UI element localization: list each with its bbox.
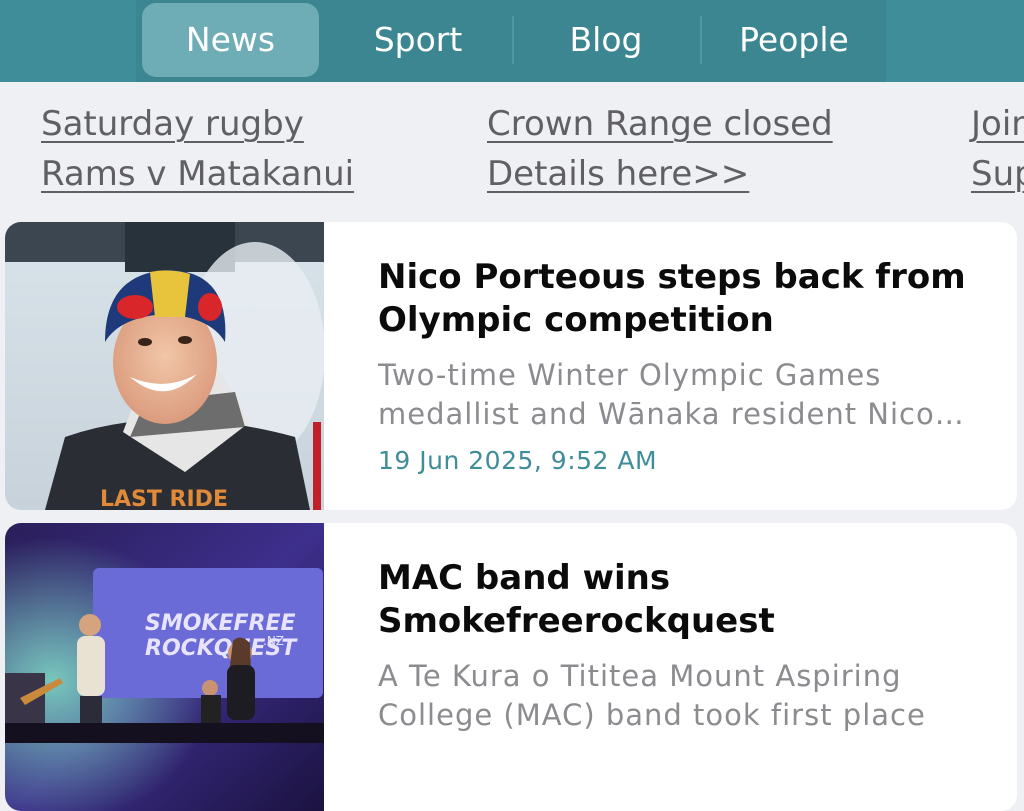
article-thumbnail: SMOKEFREE ROCKQUEST .NZ [5, 523, 324, 811]
article-title[interactable]: MAC band wins Smokefreerockquest [378, 557, 988, 643]
tab-sport[interactable]: Sport [327, 3, 509, 77]
link-details-here[interactable]: Details here>> [487, 154, 749, 194]
link-sup[interactable]: Sup [971, 154, 1024, 194]
link-rams-v-matakanui[interactable]: Rams v Matakanui [41, 154, 354, 194]
quick-links-row: Saturday rugby Rams v Matakanui Crown Ra… [0, 82, 1024, 222]
link-saturday-rugby[interactable]: Saturday rugby [41, 104, 304, 144]
tab-divider [700, 16, 702, 64]
article-summary: A Te Kura o Tititea Mount Aspiring Colle… [378, 657, 988, 735]
svg-text:LAST RIDE: LAST RIDE [100, 487, 228, 510]
article-card[interactable]: LAST RIDE Nico Porteous steps back from … [5, 222, 1017, 510]
article-title-line: MAC band wins [378, 558, 671, 598]
article-title[interactable]: Nico Porteous steps back from Olympic co… [378, 256, 988, 342]
article-card[interactable]: SMOKEFREE ROCKQUEST .NZ MAC band wins Sm… [5, 523, 1017, 811]
article-title-line: Smokefreerockquest [378, 601, 775, 641]
banner-text: .NZ [263, 634, 284, 648]
article-summary-line: College (MAC) band took first place [378, 698, 926, 732]
tab-blog[interactable]: Blog [516, 3, 696, 77]
link-join[interactable]: Join [971, 104, 1024, 144]
tab-people[interactable]: People [704, 3, 884, 77]
article-summary-line: A Te Kura o Tititea Mount Aspiring [378, 659, 902, 693]
article-summary-line: medallist and Wānaka resident Nico… [378, 397, 965, 431]
article-date: 19 Jun 2025, 9:52 AM [378, 446, 658, 475]
article-summary: Two-time Winter Olympic Games medallist … [378, 356, 988, 434]
link-crown-range-closed[interactable]: Crown Range closed [487, 104, 833, 144]
article-thumbnail: LAST RIDE [5, 222, 324, 510]
article-title-line: Olympic competition [378, 300, 774, 340]
tab-divider [512, 16, 514, 64]
top-nav-bar: News Sport Blog People [0, 0, 1024, 82]
banner-text: SMOKEFREE [145, 611, 296, 636]
tab-news[interactable]: News [142, 3, 319, 77]
tab-strip: News Sport Blog People [136, 0, 886, 82]
article-title-line: Nico Porteous steps back from [378, 257, 966, 297]
article-summary-line: Two-time Winter Olympic Games [378, 358, 882, 392]
